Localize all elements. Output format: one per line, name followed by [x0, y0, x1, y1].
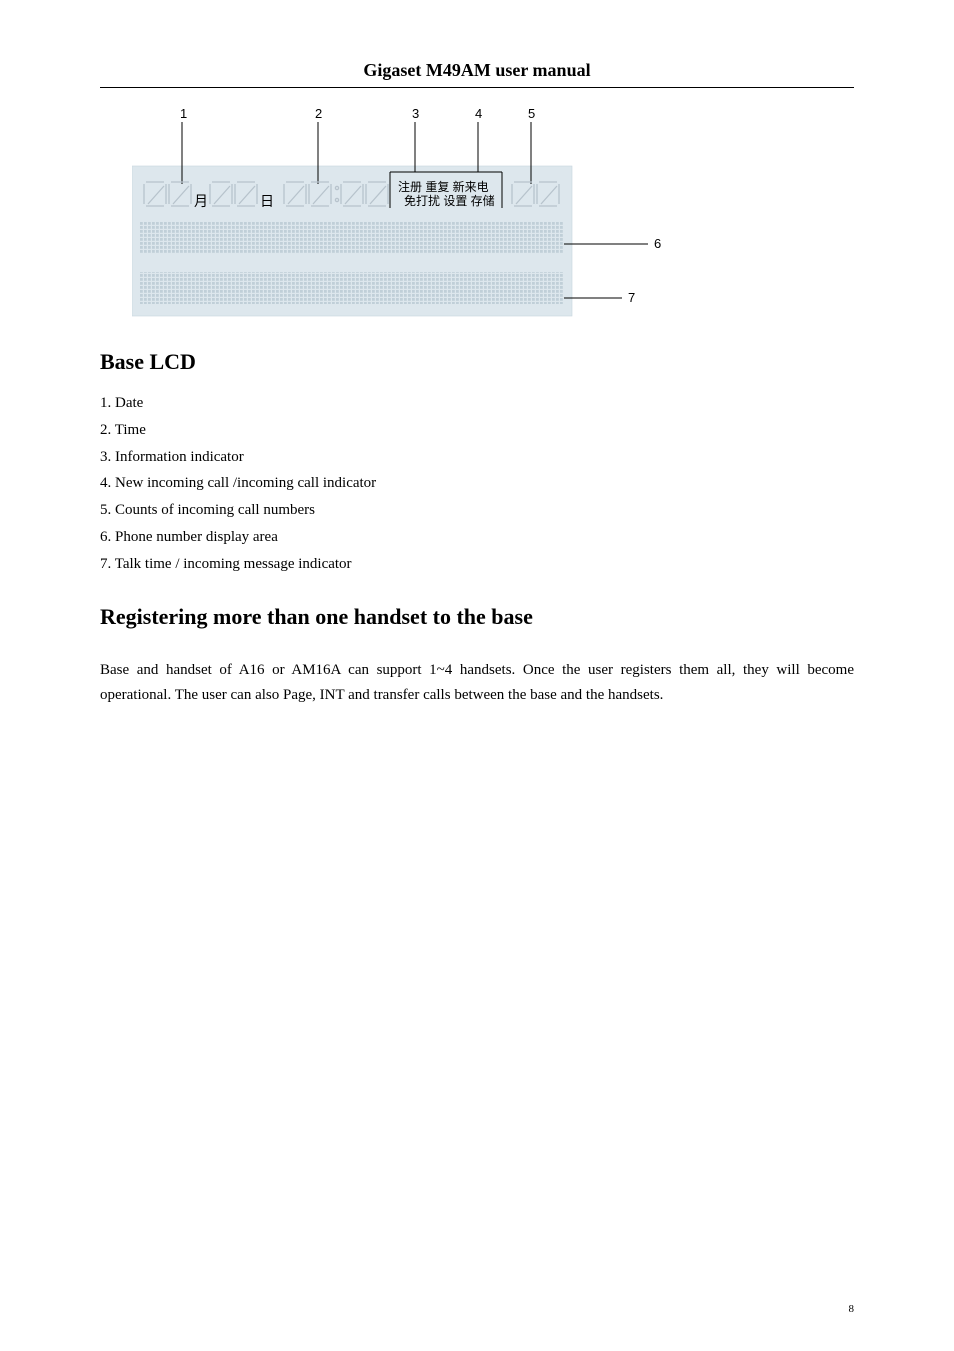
callout-7: 7 [628, 290, 635, 305]
heading-base-lcd: Base LCD [100, 349, 854, 375]
callout-5: 5 [528, 106, 535, 121]
callout-6: 6 [654, 236, 661, 251]
lcd-diagram-container: 1 2 3 4 5 月 日 注 [132, 106, 854, 321]
list-item: 4. New incoming call /incoming call indi… [100, 471, 854, 496]
lcd-diagram-svg: 1 2 3 4 5 月 日 注 [132, 106, 672, 321]
page-header-title: Gigaset M49AM user manual [100, 60, 854, 81]
callout-4: 4 [475, 106, 482, 121]
label-day: 日 [260, 193, 274, 209]
callout-2: 2 [315, 106, 322, 121]
header-divider [100, 87, 854, 88]
registering-body: Base and handset of A16 or AM16A can sup… [100, 658, 854, 708]
label-info-row1: 注册 重复 新来电 [398, 179, 489, 194]
heading-registering: Registering more than one handset to the… [100, 604, 854, 630]
list-item: 5. Counts of incoming call numbers [100, 498, 854, 523]
page-number: 8 [849, 1303, 855, 1315]
base-lcd-list: 1. Date 2. Time 3. Information indicator… [100, 391, 854, 576]
list-item: 1. Date [100, 391, 854, 416]
dotmatrix-row-1 [140, 222, 564, 254]
list-item: 3. Information indicator [100, 445, 854, 470]
list-item: 2. Time [100, 418, 854, 443]
list-item: 7. Talk time / incoming message indicato… [100, 552, 854, 577]
list-item: 6. Phone number display area [100, 525, 854, 550]
label-info-row2: 免打扰 设置 存储 [404, 193, 495, 208]
callout-3: 3 [412, 106, 419, 121]
callout-1: 1 [180, 106, 187, 121]
label-month: 月 [194, 193, 208, 209]
dotmatrix-row-2 [140, 272, 564, 304]
